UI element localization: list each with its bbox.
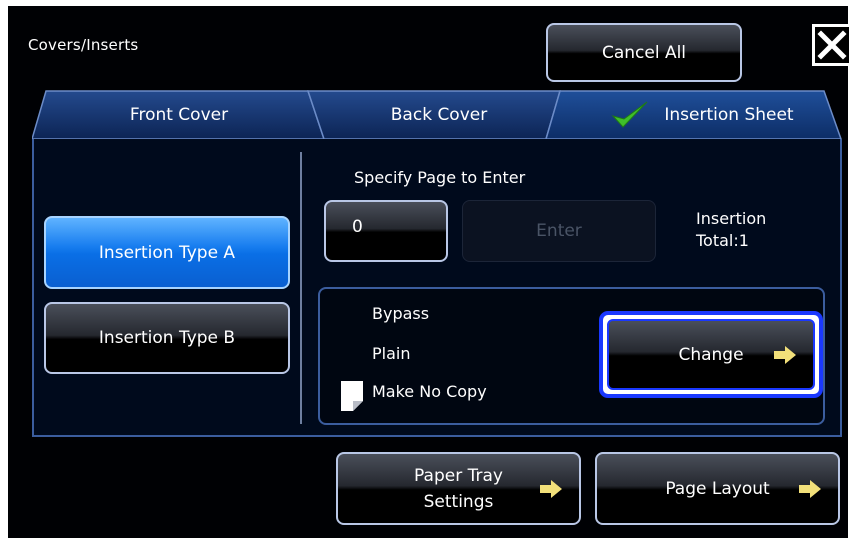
tab-bar: Front Cover Back Cover Insertion Sheet xyxy=(32,90,842,140)
cancel-all-label: Cancel All xyxy=(601,42,687,63)
copy-option: Make No Copy xyxy=(372,382,487,401)
tab-front-cover[interactable]: Front Cover xyxy=(72,90,286,140)
checkmark-icon xyxy=(611,101,648,128)
insertion-total-line2: Total:1 xyxy=(696,231,749,250)
vertical-divider xyxy=(300,152,302,424)
arrow-right-icon xyxy=(774,345,796,364)
change-label: Change xyxy=(678,344,744,365)
arrow-right-icon xyxy=(799,479,821,498)
page-layout-label: Page Layout xyxy=(665,478,770,499)
tab-insertion-sheet[interactable]: Insertion Sheet xyxy=(572,90,832,140)
enter-button[interactable]: Enter xyxy=(462,200,656,262)
tab-insertion-sheet-label: Insertion Sheet xyxy=(664,105,794,125)
page-number-input[interactable]: 0 xyxy=(324,200,448,262)
tab-back-cover[interactable]: Back Cover xyxy=(332,90,546,140)
tab-front-cover-label: Front Cover xyxy=(129,105,229,125)
specify-page-label: Specify Page to Enter xyxy=(354,168,526,187)
insertion-total-line1: Insertion xyxy=(696,209,767,228)
page-number-value: 0 xyxy=(352,217,363,237)
arrow-right-icon xyxy=(540,479,562,498)
paper-source: Bypass xyxy=(372,304,430,323)
insertion-type-b-label: Insertion Type B xyxy=(98,328,236,348)
change-button-focus: Change xyxy=(599,311,823,398)
change-button[interactable]: Change xyxy=(607,319,815,390)
paper-tray-line2: Settings xyxy=(423,491,494,512)
insertion-type-b-button[interactable]: Insertion Type B xyxy=(44,302,290,374)
page-layout-button[interactable]: Page Layout xyxy=(595,452,840,525)
blank-page-icon xyxy=(341,381,363,411)
paper-tray-line1: Paper Tray xyxy=(414,465,503,486)
tab-back-cover-label: Back Cover xyxy=(390,105,488,125)
cancel-all-button[interactable]: Cancel All xyxy=(546,23,742,82)
insertion-type-a-button[interactable]: Insertion Type A xyxy=(44,216,290,289)
insertion-total: Insertion Total:1 xyxy=(696,208,766,252)
close-button[interactable] xyxy=(812,24,852,66)
enter-label: Enter xyxy=(536,221,582,241)
page-title: Covers/Inserts xyxy=(28,36,139,54)
paper-tray-settings-button[interactable]: Paper Tray Settings xyxy=(336,452,581,525)
insertion-type-a-label: Insertion Type A xyxy=(98,242,236,263)
paper-tray-settings-label: Paper Tray Settings xyxy=(414,463,503,515)
close-icon xyxy=(817,30,847,60)
paper-type: Plain xyxy=(372,344,411,363)
